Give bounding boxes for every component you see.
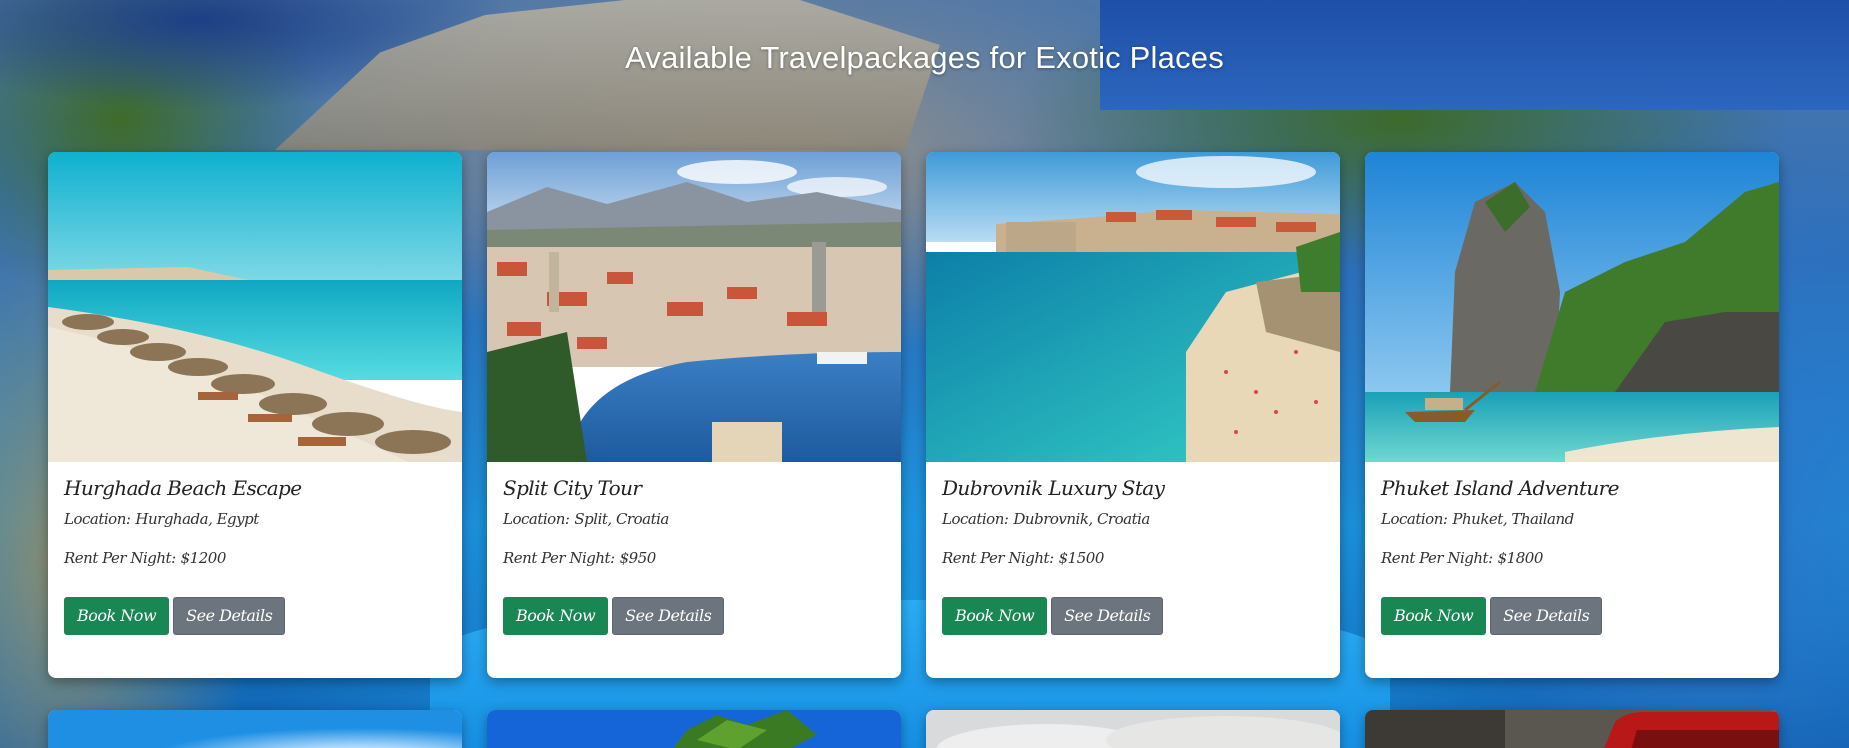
package-card: Split City Tour Location: Split, Croatia … <box>487 152 901 678</box>
card-body: Phuket Island Adventure Location: Phuket,… <box>1365 462 1779 635</box>
package-rent: Rent Per Night: $1800 <box>1381 547 1763 569</box>
card-actions: Book Now See Details <box>1381 597 1763 635</box>
location-label: Location: <box>64 510 131 528</box>
card-actions: Book Now See Details <box>503 597 885 635</box>
book-now-button[interactable]: Book Now <box>942 597 1048 635</box>
card-actions: Book Now See Details <box>942 597 1324 635</box>
package-grid: Hurghada Beach Escape Location: Hurghada,… <box>48 152 1779 748</box>
location-label: Location: <box>503 510 570 528</box>
limestone-island-image <box>1365 152 1779 462</box>
book-now-button[interactable]: Book Now <box>64 597 170 635</box>
package-title: Split City Tour <box>503 476 642 500</box>
see-details-button[interactable]: See Details <box>173 597 286 635</box>
card-actions: Book Now See Details <box>64 597 446 635</box>
location-value: Dubrovnik, Croatia <box>1013 510 1150 528</box>
package-card <box>926 710 1340 748</box>
rent-value: $950 <box>619 549 657 567</box>
rent-value: $1200 <box>180 549 227 567</box>
location-value: Hurghada, Egypt <box>135 510 259 528</box>
location-value: Phuket, Thailand <box>1452 510 1574 528</box>
rent-value: $1500 <box>1058 549 1105 567</box>
package-title: Dubrovnik Luxury Stay <box>942 476 1165 500</box>
package-location: Location: Hurghada, Egypt <box>64 508 446 530</box>
package-rent: Rent Per Night: $1200 <box>64 547 446 569</box>
rent-label: Rent Per Night: <box>503 549 615 567</box>
package-location: Location: Phuket, Thailand <box>1381 508 1763 530</box>
harbor-city-image <box>487 152 901 462</box>
card-body: Split City Tour Location: Split, Croatia … <box>487 462 901 635</box>
rent-label: Rent Per Night: <box>1381 549 1493 567</box>
see-details-button[interactable]: See Details <box>612 597 725 635</box>
rent-label: Rent Per Night: <box>942 549 1054 567</box>
location-value: Split, Croatia <box>574 510 669 528</box>
package-card: Hurghada Beach Escape Location: Hurghada,… <box>48 152 462 678</box>
palm-tree-image <box>487 710 901 748</box>
package-rent: Rent Per Night: $1500 <box>942 547 1324 569</box>
see-details-button[interactable]: See Details <box>1051 597 1164 635</box>
package-card <box>487 710 901 748</box>
card-body: Dubrovnik Luxury Stay Location: Dubrovnik… <box>926 462 1340 635</box>
page-title: Available Travelpackages for Exotic Plac… <box>625 40 1224 75</box>
package-card: Dubrovnik Luxury Stay Location: Dubrovnik… <box>926 152 1340 678</box>
package-card <box>48 710 462 748</box>
package-card: Phuket Island Adventure Location: Phuket,… <box>1365 152 1779 678</box>
sunny-sky-image <box>48 710 462 748</box>
package-title: Phuket Island Adventure <box>1381 476 1619 500</box>
see-details-button[interactable]: See Details <box>1490 597 1603 635</box>
cloudy-sky-image <box>926 710 1340 748</box>
package-location: Location: Split, Croatia <box>503 508 885 530</box>
beach-with-umbrellas-image <box>48 152 462 462</box>
location-label: Location: <box>942 510 1009 528</box>
old-town-beach-image <box>926 152 1340 462</box>
card-body: Hurghada Beach Escape Location: Hurghada,… <box>48 462 462 635</box>
location-label: Location: <box>1381 510 1448 528</box>
book-now-button[interactable]: Book Now <box>503 597 609 635</box>
package-location: Location: Dubrovnik, Croatia <box>942 508 1324 530</box>
rent-value: $1800 <box>1497 549 1544 567</box>
package-title: Hurghada Beach Escape <box>64 476 302 500</box>
red-car-street-image <box>1365 710 1779 748</box>
book-now-button[interactable]: Book Now <box>1381 597 1487 635</box>
rent-label: Rent Per Night: <box>64 549 176 567</box>
package-card <box>1365 710 1779 748</box>
package-rent: Rent Per Night: $950 <box>503 547 885 569</box>
